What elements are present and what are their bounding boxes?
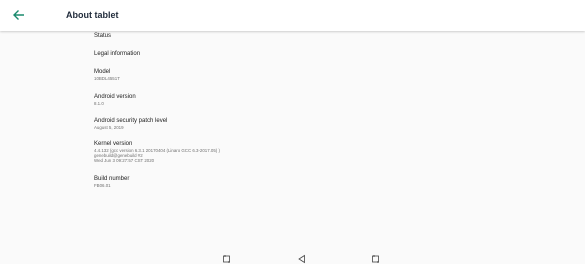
item-summary: August 5, 2019 (94, 125, 124, 130)
list-item-android-version[interactable]: Android version 8.1.0 (94, 93, 136, 106)
list-item-security-patch-level[interactable]: Android security patch level August 5, 2… (94, 117, 167, 130)
list-item-status[interactable]: Status (94, 32, 111, 40)
item-title: Build number (94, 176, 130, 182)
item-summary: 10BDL4551T (94, 76, 120, 81)
page-title: About tablet (66, 10, 119, 20)
item-title: Android security patch level (94, 118, 168, 124)
list-item-kernel-version[interactable]: Kernel version 4.4.132 (gcc version 6.3.… (94, 140, 220, 164)
navigation-bar (0, 254, 585, 264)
item-title: Kernel version (94, 141, 133, 147)
item-summary: Wed Jun 3 09:27:57 CST 2020 (94, 158, 155, 164)
item-title: Model (94, 69, 111, 75)
list-item-build-number[interactable]: Build number FB06.01 (94, 175, 129, 188)
screenshot-icon[interactable] (370, 254, 382, 264)
item-title: Android version (94, 94, 136, 100)
item-title: Legal information (94, 51, 141, 57)
item-summary: FB06.01 (94, 183, 111, 188)
list-item-legal-information[interactable]: Legal information (94, 50, 140, 58)
arrow-left-icon[interactable] (11, 7, 27, 23)
list-item-model[interactable]: Model 10BDL4551T (94, 68, 120, 81)
item-summary: 8.1.0 (94, 101, 104, 106)
back-triangle-icon[interactable] (296, 254, 308, 264)
item-title: Status (94, 33, 112, 39)
screenshot-icon[interactable] (221, 254, 233, 264)
app-bar: About tablet (0, 0, 585, 31)
